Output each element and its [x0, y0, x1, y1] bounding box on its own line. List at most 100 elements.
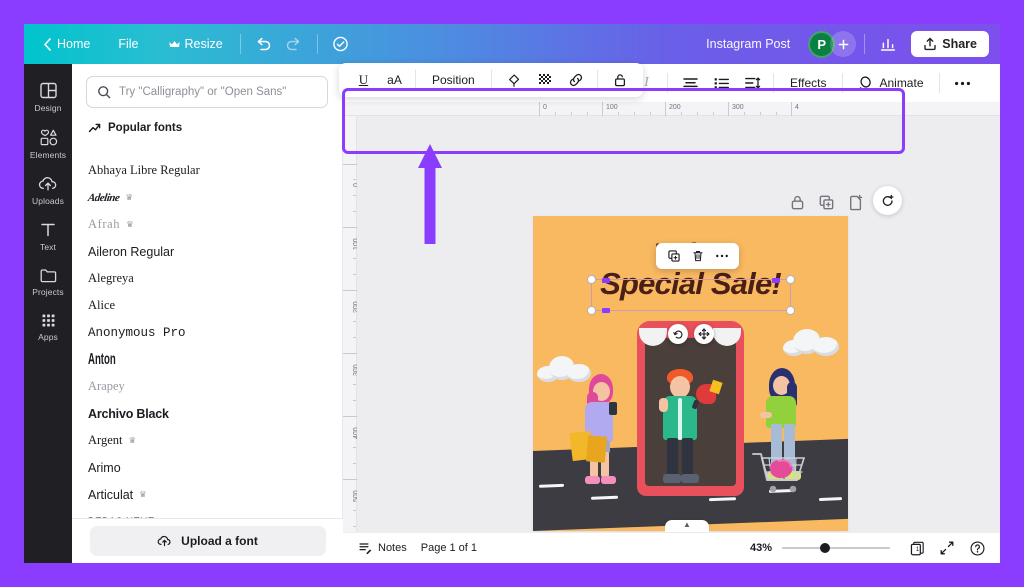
- font-list-item[interactable]: Archivo Black: [72, 400, 343, 427]
- upload-font-button[interactable]: Upload a font: [90, 526, 326, 556]
- font-list-item[interactable]: Arapey: [72, 373, 343, 400]
- home-button[interactable]: Home: [34, 32, 99, 56]
- lock-element-button[interactable]: [606, 66, 635, 95]
- duplicate-element-button[interactable]: [663, 246, 684, 267]
- toolbar-divider-2: [317, 34, 318, 54]
- vertical-ruler[interactable]: 0 100 200 300 400 500 600: [343, 116, 357, 563]
- zoom-slider[interactable]: [782, 541, 890, 555]
- font-list-item[interactable]: Abhaya Libre Regular: [72, 157, 343, 184]
- duplicate-icon[interactable]: [818, 194, 835, 211]
- delete-element-button[interactable]: [687, 246, 708, 267]
- sidebar-item-elements[interactable]: Elements: [24, 119, 72, 166]
- notes-label: Notes: [378, 542, 407, 554]
- document-title[interactable]: Instagram Post: [698, 33, 798, 55]
- cloud-save-button[interactable]: [326, 29, 356, 59]
- text-toolbar-overflow: U aA Position: [339, 63, 643, 97]
- share-button[interactable]: Share: [911, 31, 989, 57]
- element-more-button[interactable]: [711, 246, 732, 267]
- screenshot-root: Home File Resize: [0, 0, 1024, 587]
- font-list-item[interactable]: Anton: [72, 346, 343, 373]
- undo-button[interactable]: [249, 29, 279, 59]
- sidebar-item-projects[interactable]: Projects: [24, 258, 72, 303]
- magic-refresh-button[interactable]: [873, 186, 902, 215]
- redo-button[interactable]: [279, 29, 309, 59]
- transparency-icon: [506, 72, 522, 88]
- selection-handle-t2[interactable]: [772, 278, 780, 283]
- crown-icon: ♛: [126, 219, 134, 230]
- file-label: File: [118, 37, 138, 51]
- horizontal-ruler[interactable]: 0 100 200 300 4: [343, 102, 1000, 116]
- font-list-item[interactable]: Anonymous Pro: [72, 319, 343, 346]
- more-options-button[interactable]: [948, 69, 977, 98]
- list-button[interactable]: [707, 69, 736, 98]
- link-button[interactable]: [562, 66, 591, 95]
- resize-label: Resize: [185, 37, 223, 51]
- upload-font-label: Upload a font: [181, 534, 258, 548]
- rotate-handle[interactable]: [668, 324, 688, 344]
- selection-handle-bl[interactable]: [587, 306, 596, 315]
- crown-icon: ♛: [129, 435, 137, 446]
- transparency-button[interactable]: [500, 66, 529, 95]
- notes-button[interactable]: Notes: [351, 537, 414, 559]
- add-collaborator-button[interactable]: [830, 31, 856, 57]
- font-name: Alegreya: [88, 271, 134, 286]
- text-selection-box[interactable]: [591, 279, 791, 311]
- selection-handle-tl[interactable]: [587, 275, 596, 284]
- sidebar-item-apps[interactable]: Apps: [24, 303, 72, 348]
- font-list-item[interactable]: Aileron Regular: [72, 238, 343, 265]
- selection-handle-tr[interactable]: [786, 275, 795, 284]
- search-input[interactable]: [119, 86, 317, 98]
- font-list-item[interactable]: Argent ♛: [72, 427, 343, 454]
- effects-button[interactable]: Effects: [780, 70, 836, 96]
- font-list-item[interactable]: Afrah ♛: [72, 211, 343, 238]
- move-handle[interactable]: [694, 324, 714, 344]
- page-indicator[interactable]: Page 1 of 1: [414, 538, 484, 558]
- zoom-slider-thumb[interactable]: [820, 543, 830, 553]
- align-button[interactable]: [676, 69, 705, 98]
- file-menu-button[interactable]: File: [109, 32, 147, 56]
- bullet-list-icon: [713, 76, 730, 90]
- line-spacing-button[interactable]: [738, 69, 767, 98]
- folder-icon: [39, 267, 58, 284]
- uploads-cloud-icon: [38, 175, 58, 193]
- move-icon: [698, 328, 710, 340]
- cloud-left: [537, 354, 595, 382]
- letter-case-button[interactable]: aA: [380, 66, 409, 95]
- sidebar-item-uploads[interactable]: Uploads: [24, 166, 72, 212]
- selection-handle-t[interactable]: [602, 278, 610, 283]
- toolbar-separator: [667, 73, 668, 93]
- sidebar-label-text: Text: [40, 242, 56, 252]
- font-name: Aileron Regular: [88, 245, 174, 259]
- page-manager-button[interactable]: 1: [904, 535, 930, 561]
- upload-cloud-icon: [157, 534, 172, 548]
- fullscreen-button[interactable]: [934, 535, 960, 561]
- font-list-item[interactable]: Arimo: [72, 454, 343, 481]
- panel-collapse-tab[interactable]: ▲: [665, 520, 709, 532]
- sidebar-item-design[interactable]: Design: [24, 72, 72, 119]
- animate-button[interactable]: Animate: [849, 70, 932, 97]
- resize-button[interactable]: Resize: [160, 32, 232, 56]
- font-list-item[interactable]: Alegreya: [72, 265, 343, 292]
- selection-handle-b[interactable]: [602, 308, 610, 313]
- text-t-icon: [39, 221, 57, 239]
- font-list-item[interactable]: Adeline ♛: [72, 184, 343, 211]
- pattern-button[interactable]: [531, 66, 560, 95]
- font-list-item[interactable]: Alice: [72, 292, 343, 319]
- cloud-check-icon: [331, 36, 350, 52]
- duplicate-icon: [667, 249, 681, 263]
- font-list-item[interactable]: Articulat ♛: [72, 481, 343, 508]
- search-box[interactable]: [86, 76, 328, 108]
- element-context-toolbar: [656, 243, 739, 269]
- selection-handle-br[interactable]: [786, 306, 795, 315]
- case-label: aA: [387, 73, 402, 87]
- lock-icon[interactable]: [789, 194, 806, 211]
- font-list[interactable]: Abhaya Libre Regular Adeline ♛ Afrah ♛ A…: [72, 157, 343, 530]
- insights-button[interactable]: [873, 29, 903, 59]
- underline-button[interactable]: U: [349, 66, 378, 95]
- design-page[interactable]: Today Special Sale!: [533, 216, 848, 531]
- canvas-scroll-area[interactable]: Today Special Sale!: [357, 116, 1000, 563]
- position-button[interactable]: Position: [422, 67, 485, 93]
- help-button[interactable]: [964, 535, 990, 561]
- sidebar-item-text[interactable]: Text: [24, 212, 72, 258]
- add-page-icon[interactable]: [847, 194, 864, 211]
